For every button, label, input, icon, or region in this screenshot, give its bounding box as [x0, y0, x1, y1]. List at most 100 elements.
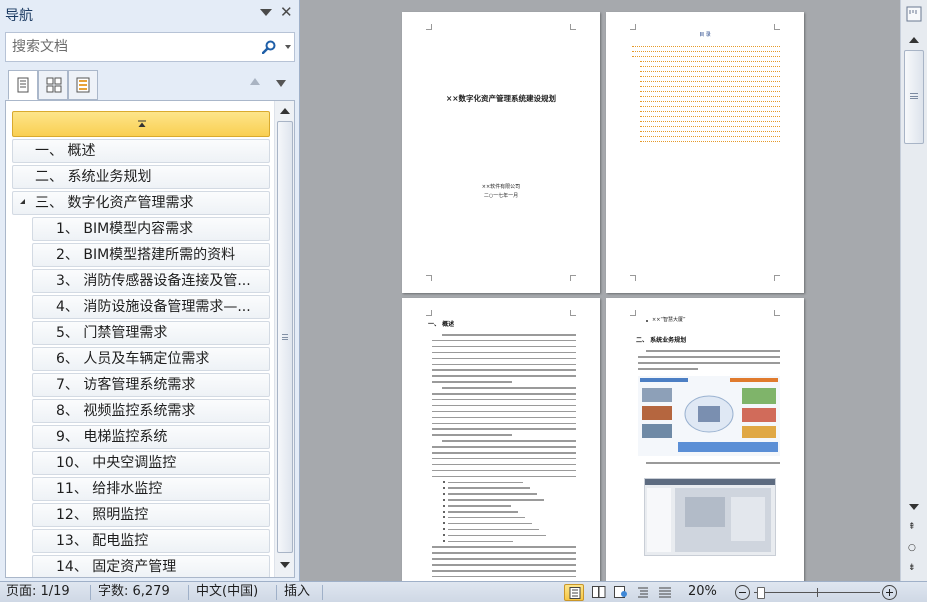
outline-heading-item[interactable]: 2、 BIM模型搭建所需的资料 [32, 243, 270, 267]
outline-heading-item[interactable]: 二、 系统业务规划 [12, 165, 270, 189]
scroll-down-icon[interactable] [909, 504, 919, 510]
text-line [448, 528, 539, 531]
outline-heading-item[interactable]: 4、 消防设施设备管理需求—... [32, 295, 270, 319]
draft-view-button[interactable] [655, 584, 675, 601]
outline-heading-item[interactable]: 一、 概述 [12, 139, 270, 163]
outline-heading-item[interactable]: 12、 照明监控 [32, 503, 270, 527]
text-line [448, 522, 532, 525]
outline-heading-item[interactable]: 6、 人员及车辆定位需求 [32, 347, 270, 371]
select-browse-object-icon[interactable]: ○ [908, 543, 916, 553]
tab-browse-pages[interactable] [38, 70, 68, 100]
page-count-status[interactable]: 页面: 1/19 [6, 582, 70, 602]
zoom-out-icon[interactable] [735, 585, 750, 600]
reading-view-icon [592, 586, 606, 598]
outline-heading-item[interactable]: 9、 电梯监控系统 [32, 425, 270, 449]
text-line [442, 387, 576, 389]
next-result-icon[interactable] [276, 80, 286, 87]
scroll-up-icon[interactable] [909, 37, 919, 43]
navigation-pane: 导航 ✕ 搜索文档 一、 概述 二、 系统业务规划 三、 数字化资产管理需求 1… [0, 0, 300, 581]
tab-browse-results[interactable] [68, 70, 98, 100]
zoom-level-button[interactable]: 20% [688, 582, 717, 602]
outline-heading-item[interactable]: 11、 给排水监控 [32, 477, 270, 501]
cover-company: ××软件有限公司 [481, 184, 521, 190]
draft-view-icon [659, 587, 671, 598]
outline-scroll-up-icon[interactable] [280, 108, 290, 114]
nav-close-icon[interactable]: ✕ [280, 3, 293, 21]
expanded-triangle-icon[interactable] [20, 199, 25, 204]
page-thumbnail-overview[interactable]: 一、 概述 [402, 298, 600, 581]
text-line [448, 493, 537, 495]
web-layout-view-button[interactable] [610, 584, 630, 601]
status-divider [188, 585, 189, 600]
print-layout-view-button[interactable] [564, 584, 584, 601]
bullet-dot [443, 522, 445, 525]
outline-heading-item[interactable]: 14、 固定资产管理 [32, 555, 270, 577]
crop-mark [570, 275, 576, 281]
text-line [432, 575, 576, 578]
zoom-in-icon[interactable] [882, 585, 897, 600]
diagram-image [640, 378, 778, 452]
crop-mark [426, 310, 432, 316]
previous-page-icon[interactable]: ⇞ [908, 522, 916, 532]
crop-mark [630, 310, 636, 316]
view-ruler-icon[interactable] [906, 6, 922, 22]
text-line [432, 351, 576, 354]
outline-heading-item[interactable]: 8、 视频监控系统需求 [32, 399, 270, 423]
outline-collapse-all-button[interactable] [12, 111, 270, 137]
text-line [432, 345, 576, 348]
bullet-dot [443, 492, 445, 495]
outline-heading-item[interactable]: 1、 BIM模型内容需求 [32, 217, 270, 241]
language-status[interactable]: 中文(中国) [196, 582, 258, 602]
page-thumbnail-business-planning[interactable]: ××“智慧大厦” 二、 系统业务规划 [606, 298, 804, 581]
text-line [638, 356, 780, 358]
toc-entry-line [640, 72, 780, 77]
outline-heading-item[interactable]: 三、 数字化资产管理需求 [12, 191, 270, 215]
crop-mark [426, 24, 432, 30]
outline-heading-item[interactable]: 7、 访客管理系统需求 [32, 373, 270, 397]
page-thumbnail-toc[interactable]: 目 录 [606, 12, 804, 293]
document-area[interactable]: ××数字化资产管理系统建设规划 ××软件有限公司 二○一七年一月 目 录 一、 … [301, 0, 900, 581]
outline-heading-item[interactable]: 3、 消防传感器设备连接及管... [32, 269, 270, 293]
outline-view-button[interactable] [633, 584, 653, 601]
search-icon[interactable] [262, 40, 276, 54]
text-line [432, 552, 576, 554]
text-line [432, 564, 576, 566]
full-screen-reading-view-button[interactable] [588, 584, 608, 601]
tab-browse-headings[interactable] [8, 70, 38, 100]
toc-entry-line [640, 57, 780, 62]
toc-entry-line [640, 112, 780, 117]
outline-heading-item[interactable]: 5、 门禁管理需求 [32, 321, 270, 345]
text-line [448, 540, 513, 543]
nav-pane-title: 导航 [5, 8, 33, 24]
insert-mode-status[interactable]: 插入 [284, 582, 310, 602]
text-line [432, 558, 576, 560]
page-thumbnail-cover[interactable]: ××数字化资产管理系统建设规划 ××软件有限公司 二○一七年一月 [402, 12, 600, 293]
outline-scroll-thumb[interactable] [277, 121, 293, 553]
text-line [432, 428, 576, 430]
zoom-slider-thumb[interactable] [757, 587, 765, 599]
text-line [646, 462, 780, 464]
document-vertical-scrollbar[interactable]: ⇞ ○ ⇟ [900, 0, 927, 581]
nav-options-dropdown-icon[interactable] [260, 9, 272, 16]
toc-entry-line [640, 107, 780, 112]
crop-mark [774, 275, 780, 281]
results-view-icon [76, 77, 90, 93]
next-page-icon[interactable]: ⇟ [908, 563, 916, 573]
cover-date: 二○一七年一月 [483, 193, 519, 199]
word-count-status[interactable]: 字数: 6,279 [98, 582, 170, 602]
outline-heading-item[interactable]: 10、 中央空调监控 [32, 451, 270, 475]
crop-mark [570, 310, 576, 316]
search-box [5, 32, 295, 62]
text-line [432, 457, 576, 460]
search-options-caret-icon[interactable] [285, 45, 291, 49]
collapse-up-icon [138, 120, 146, 127]
outline-scroll-down-icon[interactable] [280, 562, 290, 568]
outline-scrollbar[interactable] [274, 101, 294, 577]
previous-result-icon[interactable] [250, 78, 260, 85]
toc-entry-line [640, 117, 780, 122]
text-line [448, 534, 546, 537]
outline-heading-item[interactable]: 13、 配电监控 [32, 529, 270, 553]
scroll-thumb[interactable] [904, 50, 924, 144]
headings-outline: 一、 概述 二、 系统业务规划 三、 数字化资产管理需求 1、 BIM模型内容需求 2、… [5, 100, 295, 578]
search-input[interactable] [6, 33, 256, 61]
